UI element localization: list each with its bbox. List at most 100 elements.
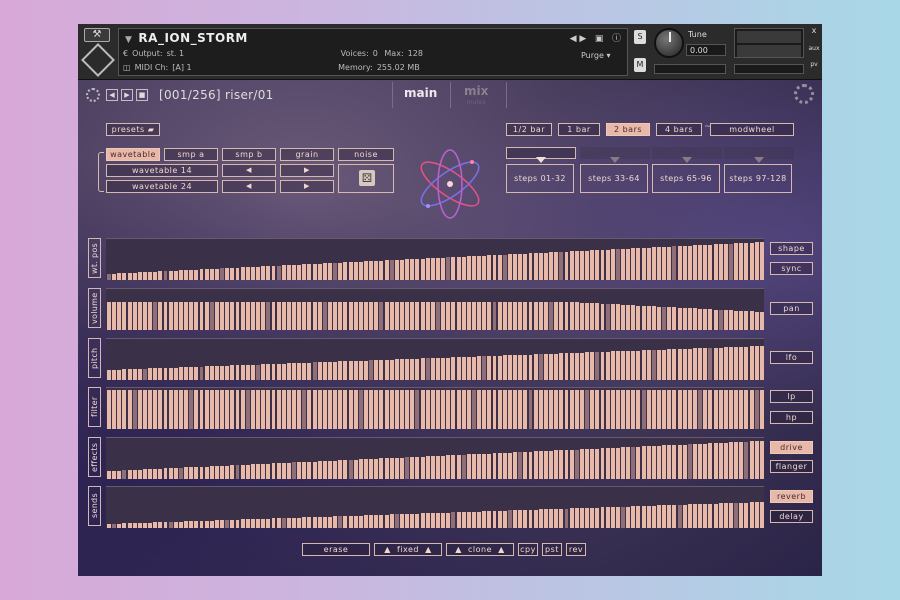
step-bar[interactable] xyxy=(281,390,286,429)
camera-icon[interactable]: ▣ xyxy=(595,34,604,44)
step-bar[interactable] xyxy=(441,358,446,380)
step-bar[interactable] xyxy=(718,348,723,380)
step-bar[interactable] xyxy=(579,353,584,380)
step-bar[interactable] xyxy=(523,510,528,528)
step-bar[interactable] xyxy=(286,302,291,330)
step-bar[interactable] xyxy=(276,463,281,479)
step-bar[interactable] xyxy=(245,365,250,380)
step-bar[interactable] xyxy=(256,519,261,528)
step-bar[interactable] xyxy=(585,303,590,330)
step-bar[interactable] xyxy=(312,362,317,380)
step-bar[interactable] xyxy=(436,358,440,380)
step-bar[interactable] xyxy=(410,259,415,280)
step-bar[interactable] xyxy=(194,302,199,330)
step-bar[interactable] xyxy=(420,358,425,380)
step-bar[interactable] xyxy=(451,390,456,429)
step-bar[interactable] xyxy=(137,369,142,380)
step-bar[interactable] xyxy=(333,461,338,479)
step-bar[interactable] xyxy=(230,465,235,479)
wavetable-a-prev-button[interactable]: ◀ xyxy=(222,164,276,177)
presets-button[interactable]: presets ▰ xyxy=(106,123,160,136)
step-bar[interactable] xyxy=(687,390,692,429)
step-bar[interactable] xyxy=(178,468,183,479)
step-bar[interactable] xyxy=(441,513,446,528)
step-bar[interactable] xyxy=(533,354,538,380)
step-bar[interactable] xyxy=(497,255,502,280)
step-bar[interactable] xyxy=(163,522,168,528)
step-bar[interactable] xyxy=(492,390,497,429)
step-bar[interactable] xyxy=(595,508,600,528)
step-bar[interactable] xyxy=(312,302,317,330)
step-bar[interactable] xyxy=(410,457,415,479)
step-bar[interactable] xyxy=(415,359,420,380)
midi-channel-select[interactable]: [A] 1 xyxy=(172,63,191,72)
step-bar[interactable] xyxy=(754,346,759,380)
step-bar[interactable] xyxy=(122,273,127,280)
step-bar[interactable] xyxy=(276,364,281,380)
step-bar[interactable] xyxy=(281,265,286,280)
lane-label-pitch[interactable]: pitch xyxy=(88,338,101,378)
step-bar[interactable] xyxy=(682,308,687,330)
step-bar[interactable] xyxy=(127,470,132,479)
step-bar[interactable] xyxy=(564,252,569,280)
volume-slider[interactable] xyxy=(734,64,804,74)
step-bar[interactable] xyxy=(708,504,713,528)
step-bar[interactable] xyxy=(394,359,399,380)
step-bar[interactable] xyxy=(631,390,636,429)
step-bar[interactable] xyxy=(507,254,512,280)
step-bar[interactable] xyxy=(574,390,579,429)
step-bar[interactable] xyxy=(513,452,518,479)
step-bar[interactable] xyxy=(430,258,435,280)
step-bar[interactable] xyxy=(605,507,610,528)
step-bar[interactable] xyxy=(163,302,168,330)
step-bar[interactable] xyxy=(384,515,389,528)
step-bar[interactable] xyxy=(615,351,620,380)
step-bar[interactable] xyxy=(204,269,209,280)
step-bar[interactable] xyxy=(425,258,430,280)
step-bar[interactable] xyxy=(482,356,487,380)
step-bar[interactable] xyxy=(430,456,435,479)
step-bar[interactable] xyxy=(667,247,672,280)
step-bar[interactable] xyxy=(163,390,168,429)
step-bar[interactable] xyxy=(400,514,404,528)
step-bar[interactable] xyxy=(610,448,615,479)
steps-97-128-button[interactable]: steps 97-128 xyxy=(724,164,792,193)
step-bar[interactable] xyxy=(677,505,682,528)
step-bar[interactable] xyxy=(605,448,610,479)
step-bar[interactable] xyxy=(729,310,733,330)
step-bar[interactable] xyxy=(672,349,677,380)
step-bar[interactable] xyxy=(626,447,631,479)
tab-main[interactable]: main xyxy=(404,86,437,100)
step-bar[interactable] xyxy=(184,521,189,528)
step-bar[interactable] xyxy=(759,390,764,429)
step-bar[interactable] xyxy=(466,390,471,429)
step-bar[interactable] xyxy=(636,248,641,280)
step-bar[interactable] xyxy=(615,448,620,479)
step-bar[interactable] xyxy=(513,510,518,528)
step-bar[interactable] xyxy=(214,390,219,429)
step-bar[interactable] xyxy=(734,390,739,429)
step-bar[interactable] xyxy=(199,367,204,380)
step-bar[interactable] xyxy=(461,455,466,479)
step-bar[interactable] xyxy=(235,268,240,280)
step-bar[interactable] xyxy=(487,454,492,479)
source-tab-smp-b[interactable]: smp b xyxy=(222,148,276,161)
step-bar[interactable] xyxy=(441,390,446,429)
modwheel-button[interactable]: modwheel xyxy=(710,123,794,136)
step-bar[interactable] xyxy=(286,265,291,280)
step-bar[interactable] xyxy=(317,302,322,330)
step-bar[interactable] xyxy=(266,464,271,479)
step-bar[interactable] xyxy=(410,390,415,429)
step-bar[interactable] xyxy=(554,450,559,479)
step-bar[interactable] xyxy=(235,390,240,429)
step-bar[interactable] xyxy=(698,444,703,479)
step-bar[interactable] xyxy=(348,361,353,380)
step-bar[interactable] xyxy=(199,467,204,479)
step-bar[interactable] xyxy=(261,364,266,380)
step-bar[interactable] xyxy=(441,258,446,280)
step-bar[interactable] xyxy=(389,302,394,330)
step-bar[interactable] xyxy=(497,302,502,330)
length-1-bar-button[interactable]: 1 bar xyxy=(558,123,600,136)
step-bar[interactable] xyxy=(153,390,158,429)
step-bar[interactable] xyxy=(250,302,255,330)
